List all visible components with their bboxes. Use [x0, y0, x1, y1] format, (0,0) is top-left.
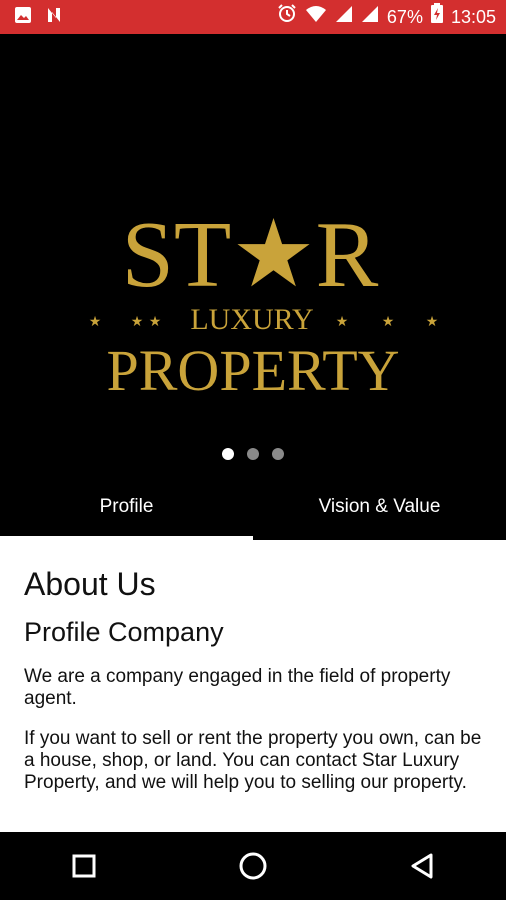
tab-profile[interactable]: Profile [0, 474, 253, 540]
carousel-dot[interactable] [272, 448, 284, 460]
carousel-dot-active[interactable] [222, 448, 234, 460]
decor-star-icon: ★ [89, 313, 102, 329]
wifi-icon [305, 0, 327, 34]
profile-paragraph-1: We are a company engaged in the field of… [24, 666, 451, 709]
signal-icon [335, 0, 353, 34]
tab-bar: Profile Vision & Value [0, 474, 506, 540]
system-nav-bar [0, 832, 506, 900]
alarm-icon [277, 0, 297, 34]
back-button[interactable] [392, 836, 452, 896]
battery-percent: 67% [386, 7, 423, 27]
notification-n-icon [46, 6, 66, 29]
signal-icon [361, 0, 379, 34]
tab-vision-value[interactable]: Vision & Value [253, 474, 506, 540]
carousel-dot[interactable] [247, 448, 259, 460]
profile-paragraph-2: If you want to sell or rent the property… [24, 728, 482, 793]
image-icon [14, 6, 32, 29]
hero-banner[interactable]: ST★R ★ ★ ★ ★ ★ ★ LUXURY PROPERTY [0, 34, 506, 474]
decor-star-icon: ★ [426, 313, 439, 329]
brand-line3: PROPERTY [106, 338, 399, 403]
battery-charging-icon [430, 0, 443, 34]
carousel-indicator [0, 448, 506, 460]
brand-logo: ST★R ★ ★ ★ ★ ★ ★ LUXURY PROPERTY [89, 203, 439, 403]
page-title: About Us [24, 566, 156, 602]
back-triangle-icon [411, 853, 433, 879]
clock-time: 13:05 [450, 7, 496, 27]
brand-line2: LUXURY [190, 303, 313, 336]
decor-star-icon: ★ [382, 313, 395, 329]
home-button[interactable] [223, 836, 283, 896]
home-circle-icon [239, 852, 267, 880]
decor-star-icon: ★ [149, 313, 162, 329]
brand-line1: ST★R [122, 203, 379, 307]
about-content: About Us Profile Company We are a compan… [0, 540, 506, 832]
section-subtitle: Profile Company [24, 617, 224, 647]
status-bar: 67% 13:05 [0, 0, 506, 34]
decor-star-icon: ★ [336, 313, 349, 329]
decor-star-icon: ★ [131, 313, 144, 329]
recents-square-icon [72, 854, 96, 878]
recents-button[interactable] [54, 836, 114, 896]
